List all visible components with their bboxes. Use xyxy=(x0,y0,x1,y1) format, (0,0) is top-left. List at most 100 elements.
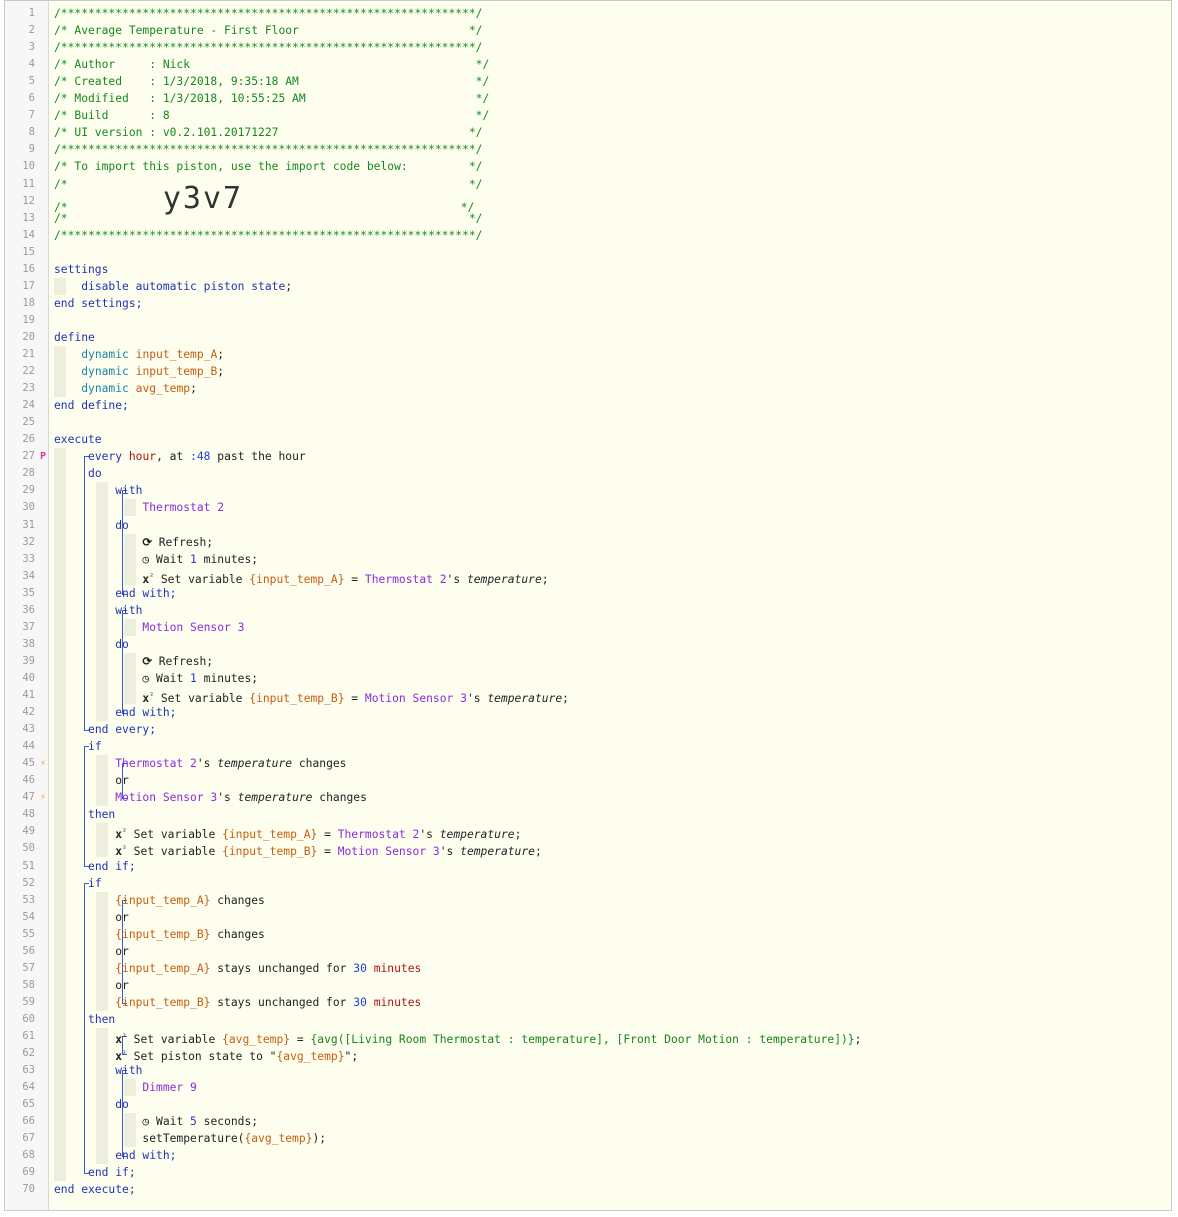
code-token: 1 xyxy=(190,552,197,566)
code-line: 34 x² Set variable {input_temp_A} = Ther… xyxy=(5,568,1165,586)
code-token: /* */ xyxy=(54,211,483,225)
code-token: changes xyxy=(292,757,347,771)
code-token: end every; xyxy=(88,723,157,737)
code-text: with xyxy=(54,1062,142,1079)
code-token: dynamic xyxy=(81,382,129,396)
code-text: dynamic input_temp_A; xyxy=(54,346,224,363)
trigger-bolt-icon: ⚡ xyxy=(39,758,47,770)
line-number: 26 xyxy=(22,433,35,446)
code-token: /* Author : Nick */ xyxy=(54,58,490,72)
code-token: /* Average Temperature - First Floor */ xyxy=(54,24,483,38)
code-line: 48 then xyxy=(5,806,1165,823)
code-line: 44 if xyxy=(5,738,1165,755)
code-line: 24 end define; xyxy=(5,397,1165,414)
code-text: /* Build : 8 */ xyxy=(54,107,489,124)
statement-icon: ⟳ xyxy=(142,654,152,668)
code-line: 40 ◷ Wait 1 minutes; xyxy=(5,670,1165,687)
code-token: /***************************************… xyxy=(54,228,483,242)
code-token: if xyxy=(88,876,102,890)
code-token: Motion Sensor 3 xyxy=(115,791,218,805)
line-number: 34 xyxy=(22,569,35,582)
code-token: 's xyxy=(217,791,238,805)
code-token: do xyxy=(115,1098,129,1112)
line-number: 67 xyxy=(22,1132,35,1145)
code-token: Dimmer 9 xyxy=(142,1081,197,1095)
code-line: 14 /*************************************… xyxy=(5,227,1165,244)
line-number: 1 xyxy=(28,7,35,19)
code-text: Thermostat 2's temperature changes xyxy=(54,755,347,772)
line-number: 38 xyxy=(22,637,35,650)
code-line: 10 /* To import this piston, use the impo… xyxy=(5,158,1165,175)
code-text: /* Modified : 1/3/2018, 10:55:25 AM */ xyxy=(54,90,489,107)
line-number: 27 xyxy=(22,450,35,463)
code-line: 63 with xyxy=(5,1062,1165,1079)
code-token: minutes; xyxy=(196,671,259,685)
code-line: 35 end with; xyxy=(5,585,1165,602)
code-line: 6 /* Modified : 1/3/2018, 10:55:25 AM */ xyxy=(5,90,1165,107)
line-number: 37 xyxy=(22,620,35,633)
code-line: 20 define xyxy=(5,329,1165,346)
code-line: 46 or xyxy=(5,772,1165,789)
line-number: 2 xyxy=(28,24,35,37)
code-line: 51 end if; xyxy=(5,858,1165,875)
code-text: end with; xyxy=(54,1147,176,1164)
code-token: = xyxy=(317,828,338,842)
line-number: 59 xyxy=(22,995,35,1008)
code-line: 65 do xyxy=(5,1096,1165,1113)
timer-flag-icon: P xyxy=(39,451,47,463)
line-number: 44 xyxy=(22,740,35,753)
line-number: 41 xyxy=(22,689,35,701)
code-text: if xyxy=(54,875,102,892)
code-text: execute xyxy=(54,431,102,448)
code-token: end define; xyxy=(54,399,129,413)
code-text: do xyxy=(54,517,129,534)
code-token: changes xyxy=(210,893,265,907)
code-token: {avg([Living Room Thermostat : temperatu… xyxy=(310,1033,855,1046)
code-line: 4 /* Author : Nick */ xyxy=(5,56,1165,73)
code-text: do xyxy=(54,465,102,482)
code-token: Set variable xyxy=(154,692,250,705)
code-token: minutes xyxy=(373,961,422,975)
code-token: with xyxy=(115,484,143,498)
code-text: /* Average Temperature - First Floor */ xyxy=(54,22,482,39)
code-line: 18 end settings; xyxy=(5,295,1165,312)
line-number: 21 xyxy=(22,348,35,360)
code-text: /* To import this piston, use the import… xyxy=(54,158,482,175)
code-token: with xyxy=(115,603,143,617)
code-token: or xyxy=(54,910,129,924)
code-text: /***************************************… xyxy=(54,227,482,244)
code-token: settings xyxy=(54,262,109,276)
code-text: end settings; xyxy=(54,295,142,312)
code-line: 39 ⟳ Refresh; xyxy=(5,653,1165,670)
code-token: :48 xyxy=(190,450,211,464)
code-token: temperature xyxy=(487,692,563,705)
code-token: every xyxy=(88,450,123,464)
code-text: /* Created : 1/3/2018, 9:35:18 AM */ xyxy=(54,73,489,90)
line-number: 70 xyxy=(22,1183,35,1196)
code-viewer: 1 /**************************************… xyxy=(4,0,1172,1211)
code-token: /* UI version : v0.2.101.20171227 */ xyxy=(54,126,483,140)
code-line: 42 end with; xyxy=(5,704,1165,721)
line-number: 39 xyxy=(22,654,35,667)
code-line: 54 or xyxy=(5,909,1165,926)
code-token: if xyxy=(88,740,102,754)
code-line: 67 setTemperature({avg_temp}); xyxy=(5,1130,1165,1147)
code-token: Motion Sensor 3 xyxy=(364,692,467,705)
code-token: stays unchanged for xyxy=(210,995,354,1009)
code-token: execute xyxy=(54,433,102,447)
